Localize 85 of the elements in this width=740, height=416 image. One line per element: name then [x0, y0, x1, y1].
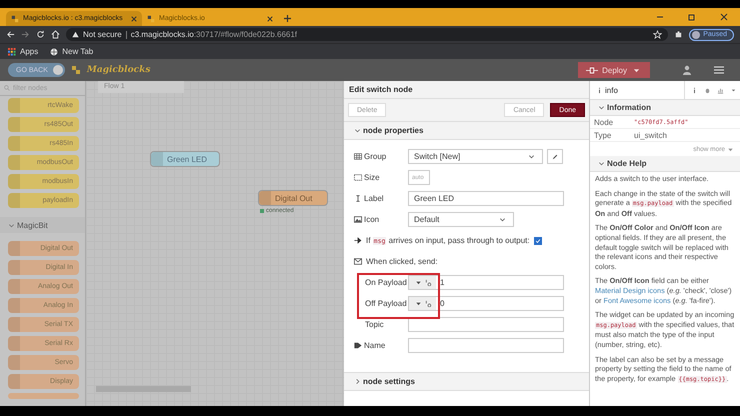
- deploy-button[interactable]: Deploy: [578, 62, 650, 78]
- grid-icon: [354, 153, 362, 160]
- menu-icon[interactable]: [714, 65, 724, 75]
- security-label: Not secure: [83, 30, 122, 39]
- field-label: Group: [364, 152, 386, 161]
- caret-icon: [415, 300, 422, 307]
- text-cursor-icon: [354, 195, 362, 202]
- caret-icon: [598, 160, 605, 167]
- input-field[interactable]: 1: [408, 275, 564, 290]
- field-label: Off Payload: [365, 299, 407, 308]
- caret-icon: [727, 146, 734, 152]
- puzzle-icon[interactable]: [674, 30, 684, 39]
- back-icon[interactable]: [6, 30, 15, 39]
- url-text: c3.magicblocks.io:30717/#flow/f0de022b.6661f: [130, 30, 298, 39]
- section-header[interactable]: node properties: [344, 121, 589, 140]
- apps-grid-icon: [8, 48, 16, 56]
- field-label: Name: [364, 341, 386, 350]
- category-header[interactable]: MagicBit: [0, 217, 85, 233]
- edit-button[interactable]: [547, 149, 563, 164]
- property-value: ui_switch: [634, 130, 667, 140]
- close-icon[interactable]: [720, 13, 728, 21]
- caret-icon: [528, 153, 535, 160]
- favicon-icon: [11, 14, 19, 22]
- dropdown[interactable]: Switch [New]: [408, 149, 543, 164]
- caret-icon: [598, 104, 605, 111]
- warning-icon: [72, 31, 79, 38]
- home-icon[interactable]: [51, 30, 60, 39]
- new-tab-icon[interactable]: [284, 15, 291, 22]
- forward-icon[interactable]: [21, 30, 30, 39]
- palette-node[interactable]: [8, 393, 79, 399]
- globe-icon: [50, 48, 58, 56]
- logo-icon: [70, 65, 81, 75]
- bug-icon[interactable]: [704, 86, 711, 94]
- deploy-icon: [586, 66, 598, 74]
- star-icon[interactable]: [653, 30, 662, 39]
- field-label: When clicked, send:: [366, 257, 438, 266]
- info-tab[interactable]: info: [590, 81, 685, 99]
- checkbox[interactable]: [534, 236, 542, 244]
- chart-icon[interactable]: [717, 86, 724, 94]
- resize-icon: [354, 174, 362, 181]
- logo-text: Magicblocks: [86, 65, 150, 75]
- arrow-icon: [354, 237, 362, 244]
- favicon-icon: [147, 14, 155, 22]
- property-name: Type: [594, 130, 612, 140]
- bookmark-link[interactable]: Apps: [20, 47, 38, 56]
- tag-icon: [354, 342, 362, 349]
- dropdown[interactable]: Default: [408, 212, 514, 227]
- reload-icon[interactable]: [36, 30, 45, 39]
- caret-icon: [8, 222, 15, 228]
- restore-icon[interactable]: [688, 13, 696, 21]
- tray-title: Edit switch node: [344, 81, 589, 99]
- section-header[interactable]: Information: [590, 100, 740, 116]
- caret-icon: [499, 216, 506, 223]
- field-label: On Payload: [365, 278, 407, 287]
- field-label: Label: [364, 194, 384, 203]
- envelope-icon: [354, 258, 362, 265]
- field-label: Topic: [365, 320, 384, 329]
- property-name: Node: [594, 118, 614, 126]
- type-selector[interactable]: [409, 297, 436, 310]
- input-field[interactable]: 0: [408, 296, 564, 311]
- type-selector[interactable]: [409, 276, 436, 289]
- info-icon[interactable]: [691, 86, 698, 94]
- flow-node[interactable]: Green LED: [150, 151, 220, 167]
- input-field[interactable]: Green LED: [408, 191, 564, 206]
- number-type-icon: [425, 300, 432, 307]
- number-type-icon: [425, 279, 432, 286]
- info-icon: [596, 86, 603, 94]
- pencil-icon: [552, 154, 558, 160]
- caret-icon[interactable]: [730, 86, 737, 94]
- caret-icon: [633, 66, 640, 74]
- input-field[interactable]: [408, 338, 564, 353]
- image-icon: [354, 216, 362, 223]
- close-icon[interactable]: [267, 16, 273, 22]
- flow-node[interactable]: Digital Out: [258, 190, 328, 206]
- caret-icon: [415, 279, 422, 286]
- section-header[interactable]: Node Help: [590, 156, 740, 172]
- input-field[interactable]: [408, 317, 564, 332]
- section-header[interactable]: node settings: [344, 372, 589, 391]
- field-label: Size: [364, 173, 380, 182]
- close-icon[interactable]: [131, 16, 137, 22]
- bookmark-link[interactable]: New Tab: [62, 47, 94, 56]
- address-bar[interactable]: Not secure c3.magicblocks.io:30717/#flow/f0de022b.6661f: [66, 28, 668, 41]
- field-label: Icon: [364, 215, 380, 224]
- user-icon[interactable]: [682, 65, 692, 75]
- search-icon: [4, 85, 10, 91]
